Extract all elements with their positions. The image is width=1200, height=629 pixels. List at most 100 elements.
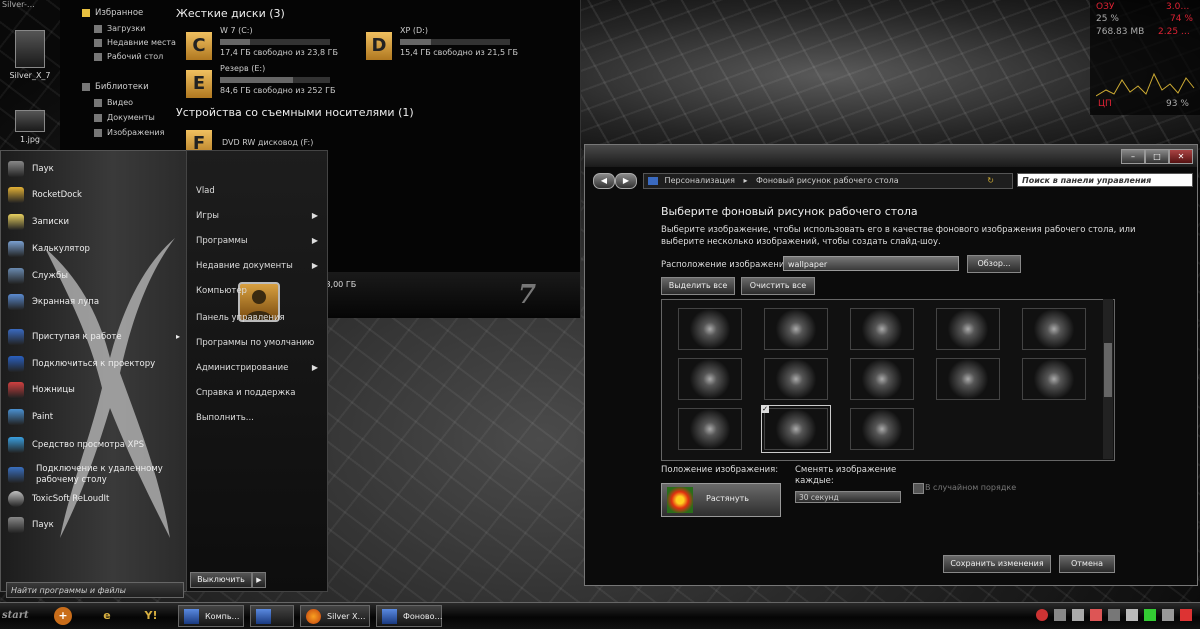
nav-documents[interactable]: Документы xyxy=(94,113,155,122)
gallery-scrollbar[interactable] xyxy=(1103,299,1113,459)
wallpaper-thumbnail[interactable] xyxy=(764,358,828,400)
save-changes-button[interactable]: Сохранить изменения xyxy=(943,555,1051,573)
nav-videos[interactable]: Видео xyxy=(94,98,133,107)
network-tray-icon[interactable] xyxy=(1108,609,1120,621)
tray-icon[interactable] xyxy=(1054,609,1066,621)
program-item[interactable]: Экранная лупа xyxy=(8,291,184,313)
scrollbar-thumb[interactable] xyxy=(1104,343,1112,397)
wallpaper-thumbnail[interactable] xyxy=(678,358,742,400)
drive-icon: C xyxy=(186,32,212,60)
start-computer[interactable]: Компьютер xyxy=(196,286,324,296)
start-administrative-tools[interactable]: Администрирование ▶ xyxy=(196,363,324,373)
nav-favorites[interactable]: Избранное xyxy=(82,8,143,18)
back-button[interactable]: ◀ xyxy=(593,173,615,189)
wallpaper-thumbnail[interactable] xyxy=(936,308,1000,350)
drive-c[interactable]: C W 7 (C:) 17,4 ГБ свободно из 23,8 ГБ xyxy=(186,26,366,68)
breadcrumb-personalization[interactable]: Персонализация xyxy=(665,176,735,185)
taskbar-item-firefox[interactable]: Silver X… xyxy=(300,605,370,627)
wallpaper-thumbnail[interactable] xyxy=(678,408,742,450)
rocketdock-icon xyxy=(8,186,24,203)
nav-recent-places[interactable]: Недавние места xyxy=(94,38,176,47)
program-item[interactable]: Подключиться к проектору xyxy=(8,353,184,375)
drive-d[interactable]: D XP (D:) 15,4 ГБ свободно из 21,5 ГБ xyxy=(366,26,546,68)
wallpaper-thumbnail[interactable] xyxy=(850,308,914,350)
volume-tray-icon[interactable] xyxy=(1126,609,1138,621)
start-run[interactable]: Выполнить... xyxy=(196,413,324,423)
program-item[interactable]: Службы xyxy=(8,265,184,287)
wallpaper-thumbnail[interactable] xyxy=(1022,358,1086,400)
program-item[interactable]: Записки xyxy=(8,211,184,233)
location-select[interactable]: wallpaper xyxy=(783,256,959,271)
status-tray-icon[interactable] xyxy=(1144,609,1156,621)
browse-button[interactable]: Обзор... xyxy=(967,255,1021,273)
start-recent-documents[interactable]: Недавние документы ▶ xyxy=(196,261,324,271)
program-item[interactable]: ToxicSoft ReLoudIt xyxy=(8,488,184,510)
desktop-icon-image[interactable]: 1.jpg xyxy=(0,110,60,144)
select-all-button[interactable]: Выделить все xyxy=(661,277,735,295)
internet-explorer-icon[interactable]: e xyxy=(98,607,116,625)
taskbar-item-app[interactable] xyxy=(250,605,294,627)
shutdown-options-arrow-icon[interactable]: ▶ xyxy=(252,572,266,588)
drive-e[interactable]: E Резерв (E:) 84,6 ГБ свободно из 252 ГБ xyxy=(186,64,366,106)
cancel-button[interactable]: Отмена xyxy=(1059,555,1115,573)
desktop-icon-folder[interactable]: Silver_X_7 xyxy=(0,30,60,80)
breadcrumb-desktop-background[interactable]: Фоновый рисунок рабочего стола xyxy=(756,176,899,185)
program-item[interactable]: Калькулятор xyxy=(8,238,184,260)
program-item[interactable]: RocketDock xyxy=(8,184,184,206)
program-item[interactable]: Paint xyxy=(8,406,184,428)
start-games[interactable]: Игры ▶ xyxy=(196,211,324,221)
close-button[interactable]: ✕ xyxy=(1169,149,1193,164)
start-help-support[interactable]: Справка и поддержка xyxy=(196,388,324,398)
wallpaper-thumbnail[interactable] xyxy=(1022,308,1086,350)
antivirus-tray-icon[interactable] xyxy=(1036,609,1048,621)
program-item[interactable]: Ножницы xyxy=(8,379,184,401)
start-search-input[interactable]: Найти программы и файлы xyxy=(6,582,184,598)
program-item[interactable]: Средство просмотра XPS xyxy=(8,434,184,456)
personalization-window[interactable]: – □ ✕ ◀ ▶ Персонализация ▸ Фоновый рисун… xyxy=(584,144,1198,586)
wallpaper-thumbnail[interactable] xyxy=(850,408,914,450)
wallpaper-thumbnail[interactable] xyxy=(764,308,828,350)
thumbnail-check-icon[interactable]: ✓ xyxy=(761,405,769,413)
start-programs[interactable]: Программы ▶ xyxy=(196,236,324,246)
wallpaper-thumbnail[interactable] xyxy=(936,358,1000,400)
program-item[interactable]: Паук xyxy=(8,514,184,536)
wallpaper-gallery[interactable]: ✓ xyxy=(661,299,1115,461)
address-bar[interactable]: Персонализация ▸ Фоновый рисунок рабочег… xyxy=(643,173,1013,189)
start-user-name[interactable]: Vlad xyxy=(196,186,324,196)
taskbar-item-background[interactable]: Фоново… xyxy=(376,605,443,627)
submenu-arrow-icon: ▶ xyxy=(311,211,318,220)
taskbar-item-computer[interactable]: Компь… xyxy=(178,605,244,627)
nav-desktop[interactable]: Рабочий стол xyxy=(94,52,163,61)
wallpaper-thumbnail[interactable] xyxy=(678,308,742,350)
refresh-icon[interactable]: ↻ xyxy=(987,174,994,188)
submenu-arrow-icon: ▶ xyxy=(311,363,318,372)
maximize-button[interactable]: □ xyxy=(1145,149,1169,164)
yahoo-icon[interactable]: Y! xyxy=(142,607,160,625)
start-control-panel[interactable]: Панель управления xyxy=(196,313,324,323)
nav-pictures[interactable]: Изображения xyxy=(94,128,164,137)
tray-icon[interactable] xyxy=(1072,609,1084,621)
start-menu[interactable]: Паук RocketDock Записки Калькулятор Служ… xyxy=(0,150,328,602)
clear-all-button[interactable]: Очистить все xyxy=(741,277,815,295)
wallpaper-thumbnail[interactable]: ✓ xyxy=(761,405,831,453)
start-button[interactable]: start xyxy=(2,607,36,625)
tray-icon[interactable] xyxy=(1090,609,1102,621)
start-default-programs[interactable]: Программы по умолчанию xyxy=(196,338,324,348)
media-player-quicklaunch-icon[interactable]: + xyxy=(54,607,72,625)
forward-button[interactable]: ▶ xyxy=(615,173,637,189)
interval-select[interactable]: 30 секунд xyxy=(795,491,901,503)
program-item[interactable]: Приступая к работе ▸ xyxy=(8,326,184,348)
tray-icon[interactable] xyxy=(1162,609,1174,621)
control-panel-search-input[interactable]: Поиск в панели управления xyxy=(1017,173,1193,187)
nav-downloads[interactable]: Загрузки xyxy=(94,24,145,33)
window-title-bar[interactable] xyxy=(585,145,1197,167)
wallpaper-thumbnail[interactable] xyxy=(850,358,914,400)
shutdown-button[interactable]: Выключить xyxy=(190,572,252,588)
picture-position-select[interactable]: Растянуть xyxy=(661,483,781,517)
tray-icon[interactable] xyxy=(1180,609,1192,621)
minimize-button[interactable]: – xyxy=(1121,149,1145,164)
program-item[interactable]: Паук xyxy=(8,158,184,180)
program-item[interactable]: Подключение к удаленному рабочему столу xyxy=(8,462,184,488)
shuffle-checkbox[interactable] xyxy=(913,483,924,494)
nav-libraries[interactable]: Библиотеки xyxy=(82,82,149,92)
